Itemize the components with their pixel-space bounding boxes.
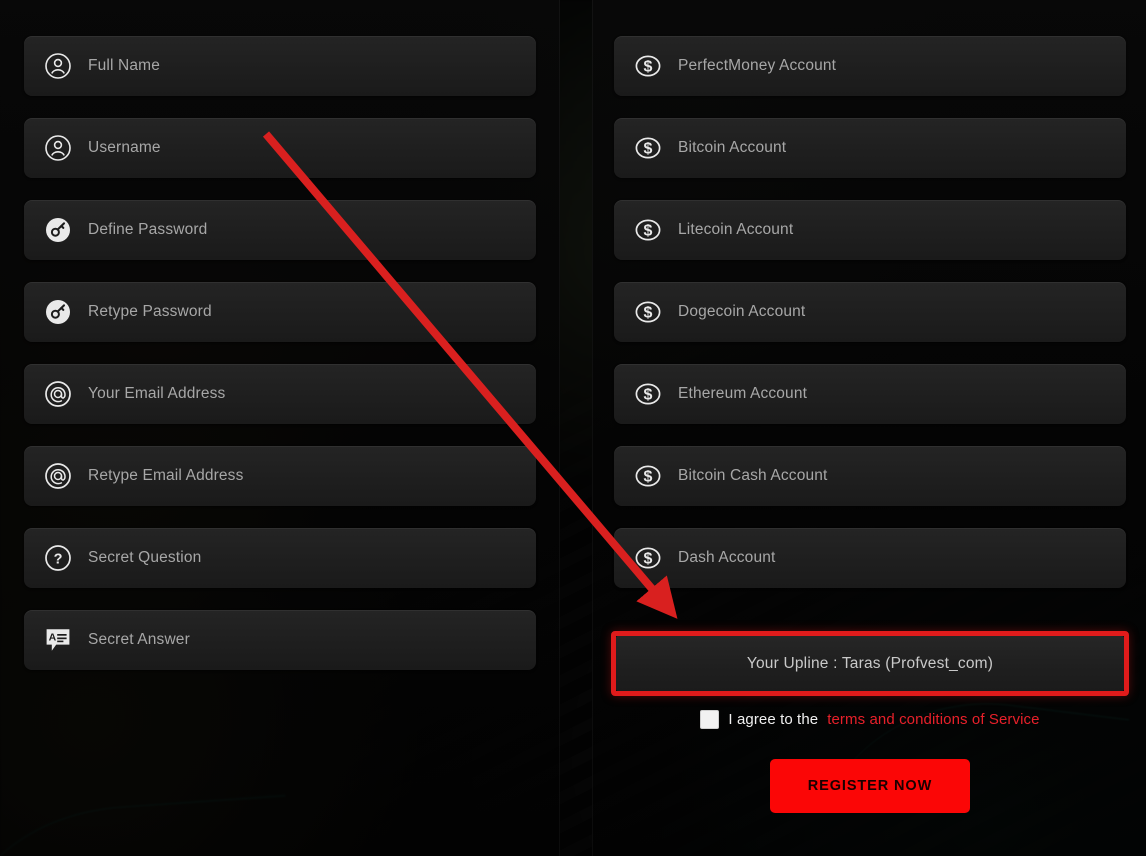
field-placeholder: Ethereum Account [678,385,808,402]
field-dogecoin-account[interactable]: $ Dogecoin Account [614,282,1126,342]
answer-bubble-icon: A [44,626,72,654]
field-placeholder: Username [88,139,161,156]
field-retype-password[interactable]: Retype Password [24,282,536,342]
field-placeholder: Secret Answer [88,631,190,648]
svg-text:?: ? [54,551,63,567]
field-placeholder: Dash Account [678,549,776,566]
field-secret-answer[interactable]: A Secret Answer [24,610,536,670]
field-placeholder: Litecoin Account [678,221,794,238]
account-details-column: Full Name Username Define Password Retype P… [24,0,536,692]
field-secret-question[interactable]: ? Secret Question [24,528,536,588]
dollar-circle-icon: $ [634,298,662,326]
field-placeholder: Full Name [88,57,160,74]
agree-label: I agree to the [728,711,819,728]
terms-agreement-row: I agree to the terms and conditions of S… [614,710,1126,729]
upline-field[interactable]: Your Upline : Taras (Profvest_com) [616,636,1124,691]
field-placeholder: Dogecoin Account [678,303,806,320]
field-placeholder: PerfectMoney Account [678,57,837,74]
user-circle-icon [44,134,72,162]
registration-page: Full Name Username Define Password Retype P… [0,0,1146,856]
svg-text:A: A [49,632,57,644]
svg-text:$: $ [644,305,653,322]
field-username[interactable]: Username [24,118,536,178]
upline-highlight-box: Your Upline : Taras (Profvest_com) [611,631,1129,696]
svg-text:$: $ [644,59,653,76]
svg-text:$: $ [644,223,653,240]
field-placeholder: Define Password [88,221,208,238]
svg-text:$: $ [644,141,653,158]
field-placeholder: Retype Email Address [88,467,244,484]
dollar-circle-icon: $ [634,462,662,490]
field-placeholder: Your Email Address [88,385,226,402]
agree-checkbox[interactable] [700,710,720,729]
svg-text:$: $ [644,469,653,486]
svg-text:$: $ [644,387,653,404]
upline-text: Your Upline : Taras (Profvest_com) [746,654,994,672]
key-circle-icon [44,216,72,244]
key-circle-icon [44,298,72,326]
field-bitcoin-account[interactable]: $ Bitcoin Account [614,118,1126,178]
field-litecoin-account[interactable]: $ Litecoin Account [614,200,1126,260]
field-placeholder: Bitcoin Cash Account [678,467,828,484]
terms-and-conditions-link[interactable]: terms and conditions of Service [827,711,1039,728]
dollar-circle-icon: $ [634,216,662,244]
payment-accounts-column: $ PerfectMoney Account $ Bitcoin Account $ Li… [614,0,1126,610]
field-placeholder: Secret Question [88,549,202,566]
field-full-name[interactable]: Full Name [24,36,536,96]
dollar-circle-icon: $ [634,134,662,162]
dollar-circle-icon: $ [634,544,662,572]
field-placeholder: Bitcoin Account [678,139,787,156]
user-circle-icon [44,52,72,80]
field-ethereum-account[interactable]: $ Ethereum Account [614,364,1126,424]
field-dash-account[interactable]: $ Dash Account [614,528,1126,588]
field-perfectmoney-account[interactable]: $ PerfectMoney Account [614,36,1126,96]
dollar-circle-icon: $ [634,380,662,408]
question-circle-icon: ? [44,544,72,572]
register-now-button[interactable]: REGISTER NOW [770,759,970,813]
field-bitcoin-cash-account[interactable]: $ Bitcoin Cash Account [614,446,1126,506]
field-placeholder: Retype Password [88,303,212,320]
field-retype-email-address[interactable]: Retype Email Address [24,446,536,506]
field-your-email-address[interactable]: Your Email Address [24,364,536,424]
svg-text:$: $ [644,551,653,568]
field-define-password[interactable]: Define Password [24,200,536,260]
dollar-circle-icon: $ [634,52,662,80]
at-circle-icon [44,462,72,490]
at-circle-icon [44,380,72,408]
